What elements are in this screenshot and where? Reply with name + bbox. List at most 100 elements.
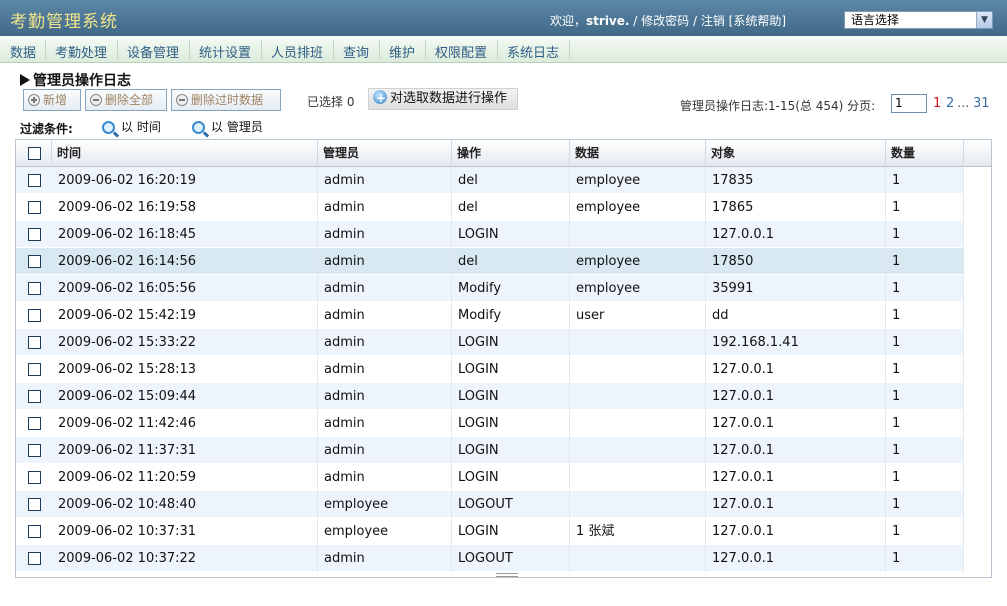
select-all-checkbox[interactable]: [28, 147, 41, 160]
column-header-action[interactable]: 操作: [452, 140, 570, 167]
table-row[interactable]: 2009-06-02 15:28:13 admin LOGIN 127.0.0.1 1: [16, 356, 964, 383]
cell-object: 17865: [706, 194, 886, 221]
row-checkbox[interactable]: [28, 390, 41, 403]
username: strive.: [586, 14, 630, 28]
cell-data: user: [570, 302, 706, 329]
row-checkbox[interactable]: [28, 174, 41, 187]
nav-divider: [497, 40, 498, 59]
cell-time: 2009-06-02 15:28:13: [52, 356, 318, 383]
row-checkbox[interactable]: [28, 525, 41, 538]
column-header-time[interactable]: 时间: [52, 140, 318, 167]
filter-by-admin[interactable]: 以 管理员: [192, 118, 263, 135]
change-password-link[interactable]: 修改密码: [641, 14, 689, 28]
table-row[interactable]: 2009-06-02 15:09:44 admin LOGIN 127.0.0.1 1: [16, 383, 964, 410]
table-row[interactable]: 2009-06-02 16:18:45 admin LOGIN 127.0.0.1 1: [16, 221, 964, 248]
main-nav: 数据 考勤处理 设备管理 统计设置 人员排班 查询 维护 权限配置 系统日志: [0, 36, 1007, 63]
delete-all-button[interactable]: 删除全部: [85, 89, 167, 111]
row-checkbox[interactable]: [28, 255, 41, 268]
help-link[interactable]: [系统帮助]: [725, 14, 786, 28]
nav-divider: [425, 40, 426, 59]
table-row[interactable]: 2009-06-02 16:05:56 admin Modify employee 35…: [16, 275, 964, 302]
cell-action: del: [452, 248, 570, 275]
nav-item-system-log[interactable]: 系统日志: [507, 42, 559, 61]
table-row[interactable]: 2009-06-02 11:37:31 admin LOGIN 127.0.0.1 1: [16, 437, 964, 464]
row-checkbox[interactable]: [28, 336, 41, 349]
column-header-object[interactable]: 对象: [706, 140, 886, 167]
column-header-count[interactable]: 数量: [886, 140, 964, 167]
apply-selected-button[interactable]: 对选取数据进行操作: [368, 88, 518, 110]
triangle-right-icon: [20, 74, 30, 86]
cell-time: 2009-06-02 10:37:31: [52, 518, 318, 545]
cell-action: LOGOUT: [452, 545, 570, 572]
nav-item-permissions[interactable]: 权限配置: [435, 42, 487, 61]
column-header-data[interactable]: 数据: [570, 140, 706, 167]
nav-item-attendance-processing[interactable]: 考勤处理: [55, 42, 107, 61]
table-row[interactable]: 2009-06-02 11:42:46 admin LOGIN 127.0.0.1 1: [16, 410, 964, 437]
cell-count: 1: [886, 167, 964, 194]
cell-data: employee: [570, 275, 706, 302]
cell-count: 1: [886, 194, 964, 221]
add-button[interactable]: 新增: [23, 89, 81, 111]
nav-divider: [189, 40, 190, 59]
nav-item-staff-scheduling[interactable]: 人员排班: [271, 42, 323, 61]
cell-action: LOGIN: [452, 383, 570, 410]
filter-by-time[interactable]: 以 时间: [102, 118, 161, 135]
page-link-last[interactable]: 31: [973, 96, 990, 111]
cell-time: 2009-06-02 16:20:19: [52, 167, 318, 194]
page-number-input[interactable]: 1: [891, 94, 927, 113]
table-row[interactable]: 2009-06-02 15:42:19 admin Modify user dd 1: [16, 302, 964, 329]
table-row[interactable]: 2009-06-02 16:19:58 admin del employee 17865…: [16, 194, 964, 221]
cell-count: 1: [886, 410, 964, 437]
table-row[interactable]: 2009-06-02 10:37:22 admin LOGOUT 127.0.0.1 1: [16, 545, 964, 572]
row-checkbox[interactable]: [28, 498, 41, 511]
cell-object: 127.0.0.1: [706, 437, 886, 464]
cell-action: LOGOUT: [452, 491, 570, 518]
chevron-down-icon[interactable]: ▼: [976, 12, 992, 28]
delete-expired-button[interactable]: 删除过时数据: [171, 89, 281, 111]
row-checkbox[interactable]: [28, 444, 41, 457]
row-checkbox[interactable]: [28, 363, 41, 376]
cell-object: 127.0.0.1: [706, 464, 886, 491]
cell-time: 2009-06-02 10:37:22: [52, 545, 318, 572]
table-row[interactable]: 2009-06-02 10:37:31 employee LOGIN 1 张斌 127.…: [16, 518, 964, 545]
language-select[interactable]: 语言选择 ▼: [844, 11, 993, 29]
filter-by-time-label: 以 时间: [121, 120, 161, 134]
cell-time: 2009-06-02 16:18:45: [52, 221, 318, 248]
cell-admin: admin: [318, 194, 452, 221]
apply-selected-label: 对选取数据进行操作: [390, 91, 508, 106]
logout-link[interactable]: 注销: [701, 14, 725, 28]
cell-object: 17835: [706, 167, 886, 194]
nav-item-data[interactable]: 数据: [10, 42, 36, 61]
row-checkbox[interactable]: [28, 228, 41, 241]
table-row[interactable]: 2009-06-02 15:33:22 admin LOGIN 192.168.1.4…: [16, 329, 964, 356]
cell-action: LOGIN: [452, 356, 570, 383]
cell-count: 1: [886, 437, 964, 464]
cell-admin: admin: [318, 410, 452, 437]
column-header-admin[interactable]: 管理员: [318, 140, 452, 167]
table-row[interactable]: 2009-06-02 16:14:56 admin del employee 17850…: [16, 248, 964, 275]
delete-all-button-label: 删除全部: [105, 93, 154, 107]
row-checkbox[interactable]: [28, 552, 41, 565]
separator: /: [689, 14, 701, 28]
page-link-2[interactable]: 2: [946, 96, 954, 111]
nav-item-query[interactable]: 查询: [343, 42, 369, 61]
table-row[interactable]: 2009-06-02 10:48:40 employee LOGOUT 127.0.0…: [16, 491, 964, 518]
cell-data: 1 张斌: [570, 518, 706, 545]
cell-action: Modify: [452, 302, 570, 329]
nav-item-device-management[interactable]: 设备管理: [127, 42, 179, 61]
cell-action: LOGIN: [452, 221, 570, 248]
cell-action: LOGIN: [452, 518, 570, 545]
row-checkbox[interactable]: [28, 201, 41, 214]
table-row[interactable]: 2009-06-02 11:20:59 admin LOGIN 127.0.0.1 1: [16, 464, 964, 491]
nav-item-statistics-settings[interactable]: 统计设置: [199, 42, 251, 61]
row-checkbox[interactable]: [28, 282, 41, 295]
nav-item-maintenance[interactable]: 维护: [389, 42, 415, 61]
cell-object: 127.0.0.1: [706, 491, 886, 518]
page-link-current[interactable]: 1: [933, 96, 941, 111]
resize-grip-icon[interactable]: [496, 573, 518, 577]
row-checkbox[interactable]: [28, 471, 41, 484]
row-checkbox[interactable]: [28, 309, 41, 322]
cell-admin: admin: [318, 248, 452, 275]
table-row[interactable]: 2009-06-02 16:20:19 admin del employee 17835…: [16, 167, 964, 194]
row-checkbox[interactable]: [28, 417, 41, 430]
